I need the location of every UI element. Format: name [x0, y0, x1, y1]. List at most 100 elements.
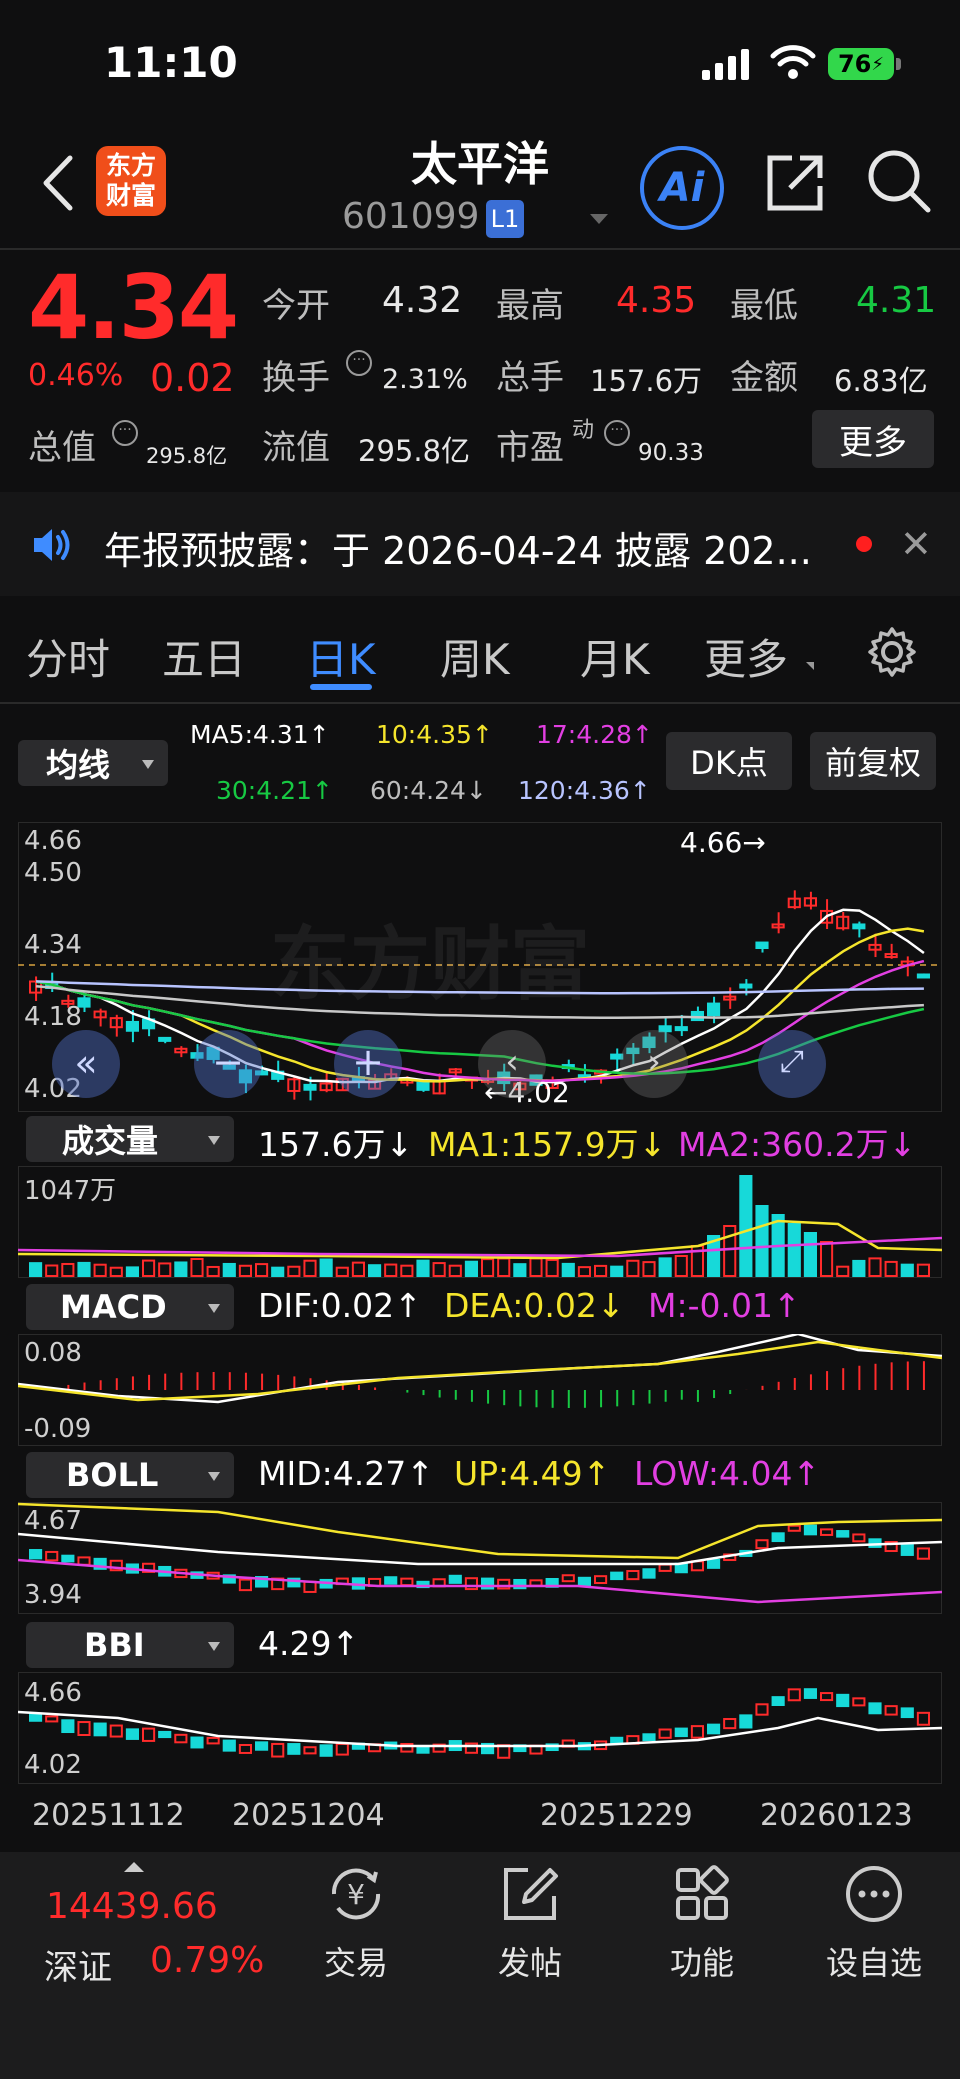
market-cap-value: 295.8亿	[146, 444, 228, 468]
fullscreen-icon[interactable]: ⤢	[758, 1030, 826, 1098]
turnover-info-icon[interactable]: ···	[346, 350, 372, 376]
volume-bar	[852, 1259, 866, 1277]
volume-bar	[400, 1264, 414, 1278]
candle-body	[303, 1083, 317, 1091]
index-value[interactable]: 14439.66	[46, 1886, 218, 1927]
volume-selector[interactable]: 成交量	[26, 1116, 234, 1162]
boll-chart[interactable]	[18, 1502, 942, 1614]
index-percent[interactable]: 0.79%	[150, 1940, 264, 1981]
app-logo: 东方 财富	[96, 146, 166, 216]
boll-candle	[61, 1554, 75, 1563]
pe-info-icon[interactable]: ···	[604, 420, 630, 446]
volume-bar	[916, 1263, 930, 1277]
zoom-in-icon[interactable]: +	[334, 1030, 402, 1098]
tab-more[interactable]: 更多	[704, 626, 788, 687]
macd-m: M:-0.01↑	[648, 1286, 801, 1325]
macd-chart[interactable]	[18, 1334, 942, 1446]
boll-candle	[755, 1539, 769, 1550]
candle-body	[158, 1036, 172, 1042]
tab-intraday[interactable]: 分时	[26, 626, 110, 687]
boll-selector[interactable]: BOLL	[26, 1452, 234, 1498]
more-quote-button[interactable]: 更多	[812, 410, 934, 468]
volume-bar	[125, 1266, 139, 1278]
bbi-candle	[690, 1725, 704, 1739]
nav-watchlist[interactable]: 设自选	[804, 1862, 944, 1984]
bbi-candle	[303, 1746, 317, 1755]
bbi-selector[interactable]: BBI	[26, 1622, 234, 1668]
volume-bar	[287, 1265, 301, 1278]
nav-trade[interactable]: ¥ 交易	[286, 1862, 426, 1984]
notice-text[interactable]: 年报预披露：于 2026-04-24 披露 202...	[104, 520, 812, 575]
bbi-candle	[868, 1702, 882, 1715]
index-name[interactable]: 深证	[44, 1940, 112, 1989]
ma-selector[interactable]: 均线	[18, 740, 168, 786]
tab-daily-k[interactable]: 日K	[306, 626, 376, 687]
bbi-candle	[642, 1733, 656, 1742]
bbi-candle	[335, 1742, 349, 1756]
volume-bar	[319, 1258, 333, 1277]
volume-bar	[158, 1262, 172, 1278]
volume-bar	[29, 1262, 43, 1277]
active-tab-indicator	[310, 684, 372, 690]
bbi-value: 4.29↑	[258, 1624, 360, 1663]
logo-line-2: 财富	[105, 181, 156, 210]
candle-body	[916, 973, 930, 979]
volume-ma2: MA2:360.2万↓	[678, 1125, 917, 1164]
bbi-candle	[900, 1707, 914, 1719]
boll-selector-label: BOLL	[66, 1456, 159, 1494]
search-icon[interactable]	[866, 148, 932, 214]
volume-bar	[351, 1261, 366, 1278]
high-value: 4.35	[616, 280, 697, 321]
volume-bar	[513, 1263, 527, 1277]
tab-five-day[interactable]: 五日	[162, 626, 246, 687]
boll-candle	[916, 1547, 930, 1560]
more-caret-icon	[806, 662, 814, 670]
volume-bar	[77, 1261, 91, 1278]
volume-chart[interactable]	[18, 1166, 942, 1278]
boll-candle	[464, 1577, 479, 1591]
share-icon[interactable]	[764, 150, 828, 214]
volume-bar	[723, 1225, 737, 1277]
index-expand-icon[interactable]	[124, 1862, 144, 1872]
turnover-label: 换手	[262, 358, 330, 398]
macd-y-low: -0.09	[24, 1414, 92, 1444]
bbi-candle	[125, 1728, 139, 1740]
boll-candle	[900, 1543, 914, 1556]
scroll-left-icon[interactable]: «	[52, 1030, 120, 1098]
back-icon[interactable]	[38, 154, 78, 212]
volume-bar	[626, 1259, 640, 1278]
stock-dropdown-icon[interactable]	[590, 214, 608, 224]
dk-point-button[interactable]: DK点	[666, 732, 792, 790]
volume-bar	[384, 1263, 398, 1278]
volume-selector-label: 成交量	[62, 1122, 159, 1160]
settings-gear-icon[interactable]	[866, 626, 918, 678]
bbi-candle	[723, 1718, 737, 1730]
macd-selector[interactable]: MACD	[26, 1284, 234, 1330]
prev-icon[interactable]: ‹	[478, 1030, 546, 1098]
next-icon[interactable]: ›	[620, 1030, 688, 1098]
bbi-candle	[319, 1744, 333, 1757]
boll-candle	[787, 1524, 801, 1532]
ai-button[interactable]: Ai	[640, 146, 724, 230]
bbi-candle	[836, 1693, 850, 1708]
kline-y-high: 4.66	[24, 826, 82, 856]
market-cap-info-icon[interactable]: ···	[112, 420, 138, 446]
bbi-chart[interactable]	[18, 1672, 942, 1784]
bbi-candle	[190, 1736, 204, 1749]
tab-monthly-k[interactable]: 月K	[580, 626, 650, 687]
boll-candle	[303, 1580, 317, 1593]
boll-candle	[448, 1574, 462, 1584]
adjust-button[interactable]: 前复权	[810, 732, 936, 790]
pe-value: 90.33	[638, 440, 704, 466]
wifi-icon	[770, 45, 816, 79]
battery-tip	[896, 58, 901, 70]
volume-bar	[206, 1265, 220, 1277]
nav-post[interactable]: 发帖	[460, 1862, 600, 1984]
ma-selector-label: 均线	[46, 746, 111, 784]
nav-functions[interactable]: 功能	[632, 1862, 772, 1984]
unread-dot	[856, 536, 872, 552]
bbi-candle	[820, 1692, 834, 1702]
tab-weekly-k[interactable]: 周K	[440, 626, 510, 687]
zoom-out-icon[interactable]: −	[194, 1030, 262, 1098]
close-icon[interactable]: ✕	[900, 522, 932, 566]
